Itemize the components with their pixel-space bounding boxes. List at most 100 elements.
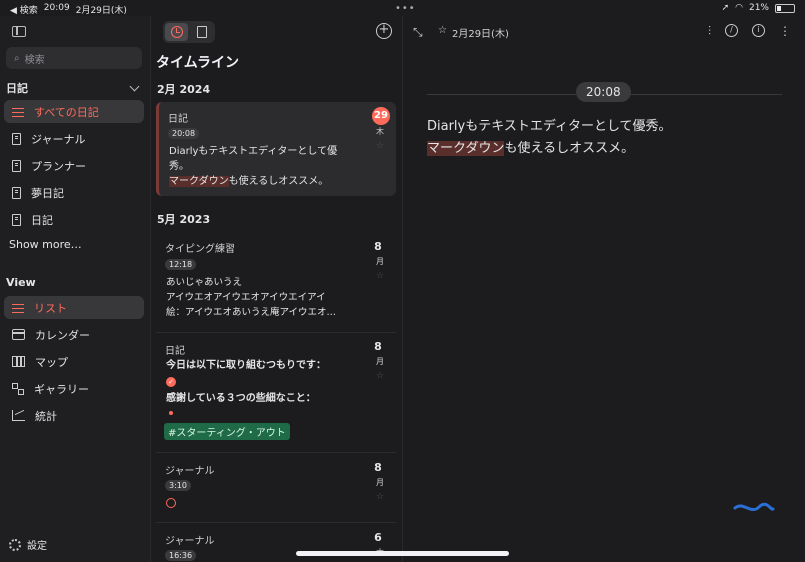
- view-item-label: リスト: [34, 301, 67, 315]
- search-icon: ⌕: [14, 52, 20, 64]
- section-view: View: [6, 276, 36, 289]
- timeline-entry[interactable]: 日記 今日は以下に取り組むつもりです： ✓ 感謝している３つの些細なこと： #ス…: [156, 334, 396, 452]
- bullet-dot: [169, 411, 173, 415]
- weekday: 月: [376, 257, 384, 266]
- entry-journal: タイピング練習: [165, 244, 235, 255]
- timeline-mode-button[interactable]: [165, 23, 188, 41]
- slash-circle-icon[interactable]: /: [725, 24, 738, 37]
- entry-tag[interactable]: #スターティング・アウト: [164, 423, 290, 440]
- entry-time: 16:36: [165, 550, 197, 561]
- view-item-gallery[interactable]: ギャラリー: [4, 377, 144, 400]
- star-icon[interactable]: ☆: [376, 371, 384, 381]
- entry-body-editor[interactable]: Diarlyもテキストエディターとして優秀。 マークダウンも使えるしオススメ。: [427, 116, 787, 160]
- sidebar-item-dream-diary[interactable]: 夢日記: [4, 181, 144, 204]
- info-icon[interactable]: i: [752, 24, 765, 37]
- stats-chart-icon: [12, 410, 25, 421]
- book-icon: [12, 213, 21, 226]
- timeline-entry[interactable]: タイピング練習 12:18 あいじゃあいうえ アイウエオアイウエオアイウエイアイ…: [156, 232, 396, 330]
- section-diary[interactable]: 日記: [6, 80, 28, 96]
- show-more-link[interactable]: Show more…: [9, 238, 82, 251]
- body-line: も使えるしオススメ。: [504, 141, 635, 156]
- pencil-stroke-icon: [733, 502, 775, 512]
- entry-line: アイウエオアイウエオアイウエイアイ: [166, 292, 326, 303]
- highlighted-text: マークダウン: [169, 176, 229, 187]
- chevron-down-icon[interactable]: [129, 81, 140, 92]
- body-line: Diarlyもテキストエディターとして優秀。: [427, 119, 672, 134]
- search-input[interactable]: ⌕ 検索: [6, 47, 142, 69]
- weekday: 木: [376, 127, 384, 136]
- sidebar-item-label: プランナー: [31, 159, 86, 173]
- search-placeholder: 検索: [24, 54, 45, 66]
- view-item-map[interactable]: マップ: [4, 350, 144, 373]
- add-entry-button[interactable]: +: [376, 23, 392, 39]
- expand-icon[interactable]: ⤡: [413, 25, 423, 40]
- view-item-label: カレンダー: [35, 328, 90, 342]
- entry-preview: Diarlyもテキストエディターとして優 秀。 マークダウンも使えるしオススメ。: [169, 144, 365, 189]
- star-icon[interactable]: ☆: [438, 25, 447, 40]
- timeline-title: タイムライン: [156, 55, 240, 71]
- sidebar-item-all-diaries[interactable]: すべての日記: [4, 100, 144, 123]
- entry-preview-line1: 今日は以下に取り組むつもりです：: [166, 360, 326, 371]
- book-icon: [12, 132, 21, 145]
- day-number: 6: [374, 531, 382, 544]
- home-indicator[interactable]: [296, 551, 509, 556]
- timeline-entry[interactable]: 日記 20:08 Diarlyもテキストエディターとして優 秀。 マークダウンも…: [156, 102, 396, 196]
- battery-percent: 21%: [748, 3, 769, 13]
- status-time: 20:09: [43, 3, 70, 13]
- weekday: 月: [376, 357, 384, 366]
- sidebar-item-diary[interactable]: 日記: [4, 208, 144, 231]
- list-icon: [12, 302, 24, 314]
- sliders-icon[interactable]: ⫶: [708, 24, 711, 39]
- back-to-search-link[interactable]: ◀ 検索: [10, 3, 38, 16]
- entry-preview-line2: 感謝している３つの些細なこと：: [166, 393, 316, 404]
- day-number: 8: [374, 340, 382, 353]
- star-icon[interactable]: ☆: [376, 141, 384, 151]
- entry-detail-panel: ⤡ ☆ 2月29日(木) ⫶ / i ⋮ 20:08 Diarlyもテキストエデ…: [402, 16, 805, 562]
- calendar-icon: [12, 329, 25, 340]
- view-item-calendar[interactable]: カレンダー: [4, 323, 144, 346]
- timeline-entry[interactable]: ジャーナル 16:36 6 木: [156, 524, 396, 562]
- multitasking-dots[interactable]: •••: [395, 3, 416, 14]
- entry-journal: 日記: [165, 346, 185, 357]
- entry-line: も使えるしオススメ。: [228, 176, 329, 187]
- entry-time: 3:10: [165, 480, 191, 491]
- view-item-label: マップ: [35, 355, 68, 369]
- sidebar: ⌕ 検索 日記 すべての日記 ジャーナル プランナー 夢日記 日記 Show m…: [0, 16, 150, 562]
- star-icon[interactable]: ☆: [376, 492, 384, 502]
- entry-line: 絵：アイウエオあいうえ庵アイウエオ…: [166, 307, 337, 318]
- entry-journal: ジャーナル: [165, 466, 215, 477]
- entry-preview: あいじゃあいうえ アイウエオアイウエオアイウエイアイ 絵：アイウエオあいうえ庵ア…: [166, 275, 362, 320]
- status-date: 2月29日(木): [75, 6, 127, 16]
- entry-line: あいじゃあいうえ: [166, 277, 243, 288]
- settings-button[interactable]: 設定: [9, 537, 47, 552]
- timeline-panel: + タイムライン 2月 2024 日記 20:08 Diarlyもテキストエディ…: [150, 16, 402, 562]
- sidebar-item-label: ジャーナル: [31, 132, 86, 146]
- view-item-label: 統計: [35, 409, 57, 423]
- sidebar-item-planner[interactable]: プランナー: [4, 154, 144, 177]
- entry-journal: 日記: [168, 114, 188, 125]
- view-item-stats[interactable]: 統計: [4, 404, 144, 427]
- timeline-entry[interactable]: ジャーナル 3:10 8 月 ☆: [156, 454, 396, 520]
- status-bar: ◀ 検索 20:09 2月29日(木) ••• ➚ ◠ 21%: [0, 0, 805, 16]
- gallery-grid-icon: [12, 382, 24, 395]
- battery-icon: [775, 3, 795, 13]
- view-item-list[interactable]: リスト: [4, 296, 144, 319]
- divider: [156, 522, 396, 523]
- month-header: 2月 2024: [157, 83, 211, 96]
- detail-date-label[interactable]: 2月29日(木): [452, 25, 509, 40]
- list-icon: [12, 106, 24, 118]
- document-mode-button[interactable]: [190, 23, 213, 41]
- star-icon[interactable]: ☆: [376, 271, 384, 281]
- entry-line: 秀。: [169, 161, 189, 172]
- location-icon: ➚: [721, 3, 730, 13]
- sidebar-item-journal[interactable]: ジャーナル: [4, 127, 144, 150]
- entry-time: 12:18: [165, 259, 197, 270]
- detail-time-pill[interactable]: 20:08: [576, 82, 631, 102]
- divider: [156, 452, 396, 453]
- checkmark-icon: ✓: [166, 377, 176, 387]
- map-icon: [12, 356, 25, 367]
- day-number: 8: [374, 461, 382, 474]
- weekday: 月: [376, 478, 384, 487]
- sidebar-toggle-icon[interactable]: [12, 26, 26, 37]
- more-icon[interactable]: ⋮: [779, 24, 791, 39]
